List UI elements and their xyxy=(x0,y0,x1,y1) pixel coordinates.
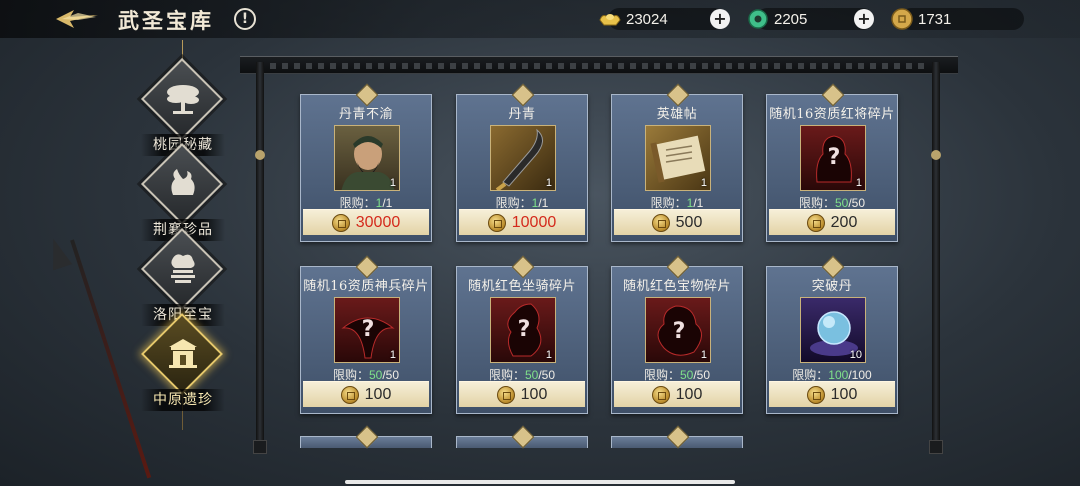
orb-icon: 10 xyxy=(800,297,866,363)
coin-icon xyxy=(651,213,670,232)
item-name: 随机红色宝物碎片 xyxy=(622,279,731,294)
shop-item-card[interactable]: 随机红色坐骑碎片 ? 1 限购：50/50 100 xyxy=(456,266,588,414)
coin-icon xyxy=(487,213,506,232)
item-price: 30000 xyxy=(355,213,401,231)
shop-item-card[interactable]: 突破丹 10 限购：100/100 100 xyxy=(766,266,898,414)
tree-icon xyxy=(163,76,203,120)
coin-icon xyxy=(496,385,515,404)
shop-item-card[interactable]: 丹青 1 限购：1/1 10000 xyxy=(456,94,588,242)
blade-icon: 1 xyxy=(490,125,556,191)
shop-item-card[interactable]: 丹青不渝 1 限购：1/1 30000 xyxy=(300,94,432,242)
buy-button[interactable]: 30000 xyxy=(303,209,429,235)
item-qty: 10 xyxy=(849,349,862,361)
item-qty: 1 xyxy=(545,177,552,189)
svg-text:?: ? xyxy=(828,145,841,170)
shelf-right-post xyxy=(932,62,940,450)
shelf-left-post xyxy=(256,62,264,450)
scroll-icon: 1 xyxy=(645,125,711,191)
gold-ingot-value: 23024 xyxy=(626,10,668,28)
coin-icon xyxy=(331,213,350,232)
shop-item-card-partial xyxy=(611,436,743,448)
jade-value: 2205 xyxy=(774,10,808,28)
shop-item-card[interactable]: 随机16资质红将碎片 ? 1 限购：50/50 200 xyxy=(766,94,898,242)
top-bar: 武圣宝库 ! 23024 + 2205 + 1731 xyxy=(0,0,1080,38)
item-price: 500 xyxy=(675,213,703,231)
item-qty: 1 xyxy=(389,349,396,361)
add-jade-button[interactable]: + xyxy=(854,9,874,29)
home-indicator[interactable] xyxy=(345,480,735,484)
nav-item-zhongyuan[interactable]: 中原遗珍 xyxy=(139,312,227,417)
currency-coin: 1731 xyxy=(890,7,1024,31)
item-price: 10000 xyxy=(511,213,557,231)
buy-button[interactable]: 100 xyxy=(303,381,429,407)
jade-icon xyxy=(746,8,770,30)
spear-head-decoration xyxy=(43,235,73,271)
svg-text:?: ? xyxy=(673,319,686,344)
item-qty: 1 xyxy=(700,349,707,361)
gold-ingot-icon xyxy=(598,8,622,30)
item-qty: 1 xyxy=(389,177,396,189)
shelf-top-beam xyxy=(240,56,958,74)
mystery-treasure-icon: ? 1 xyxy=(645,297,711,363)
item-price: 100 xyxy=(364,385,392,403)
coin-icon xyxy=(806,213,825,232)
item-name: 随机16资质神兵碎片 xyxy=(303,279,429,294)
item-price: 100 xyxy=(675,385,703,403)
add-gold-ingot-button[interactable]: + xyxy=(710,9,730,29)
currency-gold-ingot: 23024 xyxy=(598,7,726,31)
currency-jade: 2205 xyxy=(746,7,874,31)
buy-button[interactable]: 500 xyxy=(614,209,740,235)
buy-button[interactable]: 10000 xyxy=(459,209,585,235)
svg-text:?: ? xyxy=(362,317,375,342)
coin-icon xyxy=(890,8,914,30)
shop-item-card[interactable]: 随机16资质神兵碎片 ? 1 限购：50/50 100 xyxy=(300,266,432,414)
item-price: 100 xyxy=(520,385,548,403)
general-portrait-icon: 1 xyxy=(334,125,400,191)
item-name: 丹青不渝 xyxy=(338,107,393,122)
back-arrow-icon xyxy=(56,10,98,28)
post-ornament xyxy=(255,150,265,160)
item-price: 100 xyxy=(830,385,858,403)
post-ornament xyxy=(931,150,941,160)
item-qty: 1 xyxy=(700,177,707,189)
shop-item-card-partial xyxy=(300,436,432,448)
coin-value: 1731 xyxy=(918,10,952,28)
vase-icon xyxy=(163,161,203,205)
shop-item-card[interactable]: 英雄帖 1 限购：1/1 500 xyxy=(611,94,743,242)
item-name: 英雄帖 xyxy=(656,107,698,122)
item-qty: 1 xyxy=(545,349,552,361)
buy-button[interactable]: 200 xyxy=(769,209,895,235)
buy-button[interactable]: 100 xyxy=(769,381,895,407)
item-price: 200 xyxy=(830,213,858,231)
shop-item-card[interactable]: 随机红色宝物碎片 ? 1 限购：50/50 100 xyxy=(611,266,743,414)
mystery-weapon-icon: ? 1 xyxy=(334,297,400,363)
nav-label: 中原遗珍 xyxy=(141,389,225,411)
svg-text:?: ? xyxy=(518,317,531,342)
item-name: 丹青 xyxy=(508,107,536,122)
post-base xyxy=(929,440,943,454)
mystery-mount-icon: ? 1 xyxy=(490,297,556,363)
shop-item-card-partial xyxy=(456,436,588,448)
gate-icon xyxy=(163,331,203,375)
page-title: 武圣宝库 xyxy=(118,8,214,33)
item-name: 随机16资质红将碎片 xyxy=(769,107,895,122)
info-button[interactable]: ! xyxy=(234,8,256,30)
back-button[interactable] xyxy=(52,6,102,32)
coin-icon xyxy=(340,385,359,404)
post-base xyxy=(253,440,267,454)
item-name: 随机红色坐骑碎片 xyxy=(467,279,576,294)
beast-icon xyxy=(163,246,203,290)
coin-icon xyxy=(651,385,670,404)
mystery-general-icon: ? 1 xyxy=(800,125,866,191)
buy-button[interactable]: 100 xyxy=(614,381,740,407)
item-qty: 1 xyxy=(855,177,862,189)
buy-button[interactable]: 100 xyxy=(459,381,585,407)
item-name: 突破丹 xyxy=(811,279,853,294)
coin-icon xyxy=(806,385,825,404)
